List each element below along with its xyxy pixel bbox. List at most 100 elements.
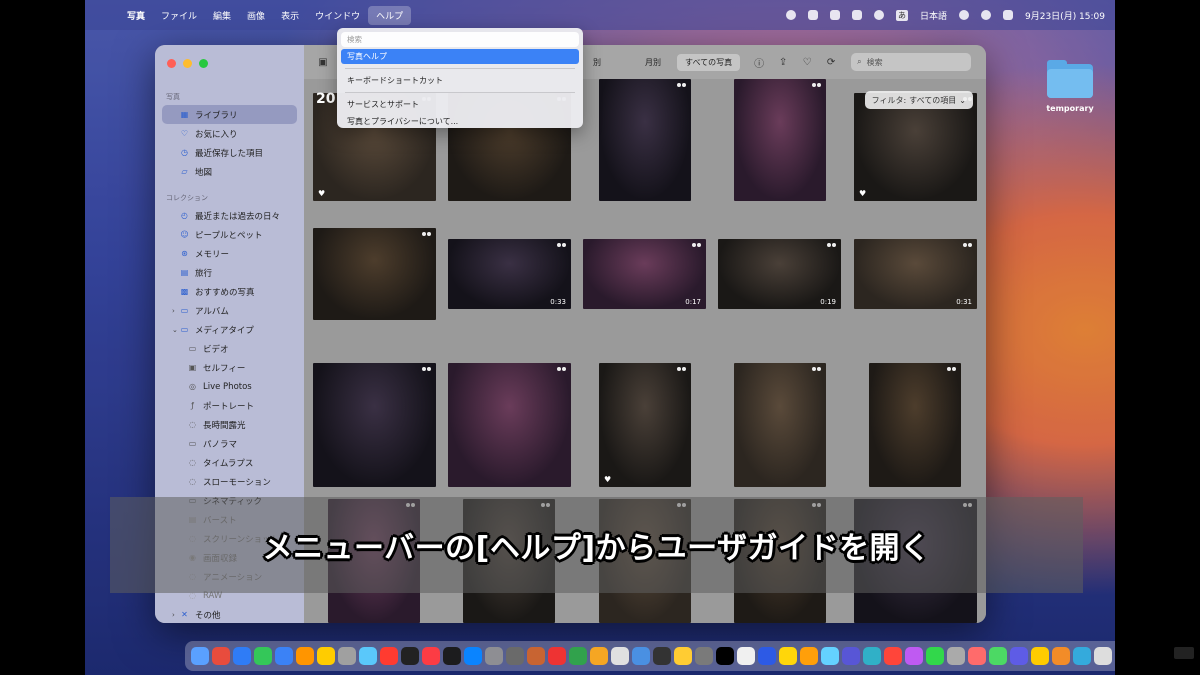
photo-thumbnail[interactable]: 0:19	[718, 239, 841, 309]
desktop-folder[interactable]: temporary	[1035, 60, 1105, 113]
menu-image[interactable]: 画像	[239, 6, 273, 25]
minimize-button[interactable]	[183, 59, 192, 68]
app-status-icon[interactable]	[851, 10, 862, 20]
dock-app-icon[interactable]	[422, 647, 440, 665]
dock-app-icon[interactable]	[632, 647, 650, 665]
photo-thumbnail[interactable]	[313, 228, 436, 320]
tab-all-photos[interactable]: すべての写真	[677, 53, 741, 71]
chevron-right-icon[interactable]: ›	[172, 307, 175, 315]
sidebar-item-live-photo[interactable]: ◎ Live Photos	[162, 377, 297, 396]
sidebar-item-other[interactable]: › ✕ その他	[162, 605, 297, 623]
photo-thumbnail[interactable]	[313, 363, 436, 487]
photo-view-icon[interactable]: ▣	[316, 57, 330, 68]
sidebar-item-portrait[interactable]: ƒ ポートレート	[162, 396, 297, 415]
dock-app-icon[interactable]	[905, 647, 923, 665]
dock-app-icon[interactable]	[779, 647, 797, 665]
chevron-right-icon[interactable]: ›	[172, 611, 175, 619]
dock-app-icon[interactable]	[926, 647, 944, 665]
line-icon[interactable]	[873, 10, 884, 20]
info-icon[interactable]: ⓘ	[752, 55, 766, 70]
sidebar-item-heart[interactable]: ♡ お気に入り	[162, 124, 297, 143]
favorite-heart-icon[interactable]: ♡	[800, 57, 814, 68]
dock-app-icon[interactable]	[1094, 647, 1112, 665]
help-item-service-support[interactable]: サービスとサポート	[341, 97, 579, 112]
dock-app-icon[interactable]	[1010, 647, 1028, 665]
photo-thumbnail[interactable]: 0:17	[583, 239, 706, 309]
dock-app-icon[interactable]	[821, 647, 839, 665]
spotlight-icon[interactable]	[981, 10, 991, 20]
menubar-clock[interactable]: 9月23日(月) 15:09	[1025, 9, 1105, 22]
photo-thumbnail[interactable]: 0:33	[448, 239, 571, 309]
dock-app-icon[interactable]	[527, 647, 545, 665]
help-item-keyboard-shortcuts[interactable]: キーボードショートカット	[341, 73, 579, 88]
shield-icon[interactable]	[829, 10, 840, 20]
rotate-icon[interactable]: ⟳	[824, 57, 838, 68]
control-center-icon[interactable]	[1003, 10, 1013, 20]
dock-app-icon[interactable]	[1052, 647, 1070, 665]
menu-view[interactable]: 表示	[273, 6, 307, 25]
dock-app-icon[interactable]	[590, 647, 608, 665]
dock-app-icon[interactable]	[674, 647, 692, 665]
tab-days[interactable]: 別	[585, 54, 609, 71]
sidebar-item-long-exposure[interactable]: ◌ 長時間露光	[162, 415, 297, 434]
dock-app-icon[interactable]	[443, 647, 461, 665]
dock-app-icon[interactable]	[338, 647, 356, 665]
dock-app-icon[interactable]	[863, 647, 881, 665]
dock-app-icon[interactable]	[254, 647, 272, 665]
mute-icon[interactable]	[959, 10, 969, 20]
sidebar-item-memories[interactable]: ⊛ メモリー	[162, 244, 297, 263]
ime-indicator[interactable]: あ	[895, 9, 908, 21]
dock-app-icon[interactable]	[359, 647, 377, 665]
photo-thumbnail[interactable]	[448, 363, 571, 487]
photo-thumbnail[interactable]	[734, 363, 826, 487]
dock-app-icon[interactable]	[653, 647, 671, 665]
dock-app-icon[interactable]	[716, 647, 734, 665]
photo-thumbnail[interactable]	[599, 79, 691, 201]
dock-app-icon[interactable]	[695, 647, 713, 665]
record-icon[interactable]	[785, 10, 796, 20]
search-input[interactable]: ⌕ 検索	[851, 53, 972, 71]
dock-app-icon[interactable]	[884, 647, 902, 665]
dock-app-icon[interactable]	[989, 647, 1007, 665]
sidebar-item-library[interactable]: ▦ ライブラリ	[162, 105, 297, 124]
dock-app-icon[interactable]	[569, 647, 587, 665]
dock-app-icon[interactable]	[548, 647, 566, 665]
photo-thumbnail[interactable]: 0:31	[854, 239, 977, 309]
sidebar-item-featured[interactable]: ▩ おすすめの写真	[162, 282, 297, 301]
dock-app-icon[interactable]	[800, 647, 818, 665]
dock-app-icon[interactable]	[401, 647, 419, 665]
sidebar-item-calendar[interactable]: ◴ 最近または過去の日々	[162, 206, 297, 225]
sidebar-item-panorama[interactable]: ▭ パノラマ	[162, 434, 297, 453]
sidebar-item-album[interactable]: › ▭ アルバム	[162, 301, 297, 320]
dock-app-icon[interactable]	[275, 647, 293, 665]
sidebar-item-clock[interactable]: ◷ 最近保存した項目	[162, 143, 297, 162]
help-item-photos-help[interactable]: 写真ヘルプ	[341, 49, 579, 64]
dock-app-icon[interactable]	[1073, 647, 1091, 665]
dock-app-icon[interactable]	[380, 647, 398, 665]
dock-app-icon[interactable]	[233, 647, 251, 665]
help-item-privacy[interactable]: 写真とプライバシーについて...	[341, 114, 579, 129]
dock-app-icon[interactable]	[191, 647, 209, 665]
photo-thumbnail[interactable]	[734, 79, 826, 201]
dock-app-icon[interactable]	[506, 647, 524, 665]
filter-dropdown[interactable]: フィルタ: すべての項目 ⌄	[864, 91, 973, 109]
chevron-down-icon[interactable]: ⌄	[172, 326, 178, 334]
menu-help[interactable]: ヘルプ	[368, 5, 412, 25]
menu-file[interactable]: ファイル	[153, 6, 205, 25]
menu-window[interactable]: ウインドウ	[307, 6, 368, 25]
sidebar-item-slowmo[interactable]: ◌ スローモーション	[162, 472, 297, 491]
dock-app-icon[interactable]	[737, 647, 755, 665]
zoom-button[interactable]	[199, 59, 208, 68]
dock-app-icon[interactable]	[1031, 647, 1049, 665]
photo-thumbnail[interactable]: ♥	[854, 93, 977, 201]
share-icon[interactable]: ⇪	[776, 57, 790, 68]
photo-thumbnail[interactable]: ♥	[599, 363, 691, 487]
sidebar-item-timelapse[interactable]: ◌ タイムラプス	[162, 453, 297, 472]
sidebar-item-video[interactable]: ▭ ビデオ	[162, 339, 297, 358]
dropbox-icon[interactable]	[807, 10, 818, 20]
tab-months[interactable]: 月別	[637, 54, 669, 71]
dock-app-icon[interactable]	[485, 647, 503, 665]
dock-app-icon[interactable]	[212, 647, 230, 665]
dock-app-icon[interactable]	[464, 647, 482, 665]
close-button[interactable]	[167, 59, 176, 68]
